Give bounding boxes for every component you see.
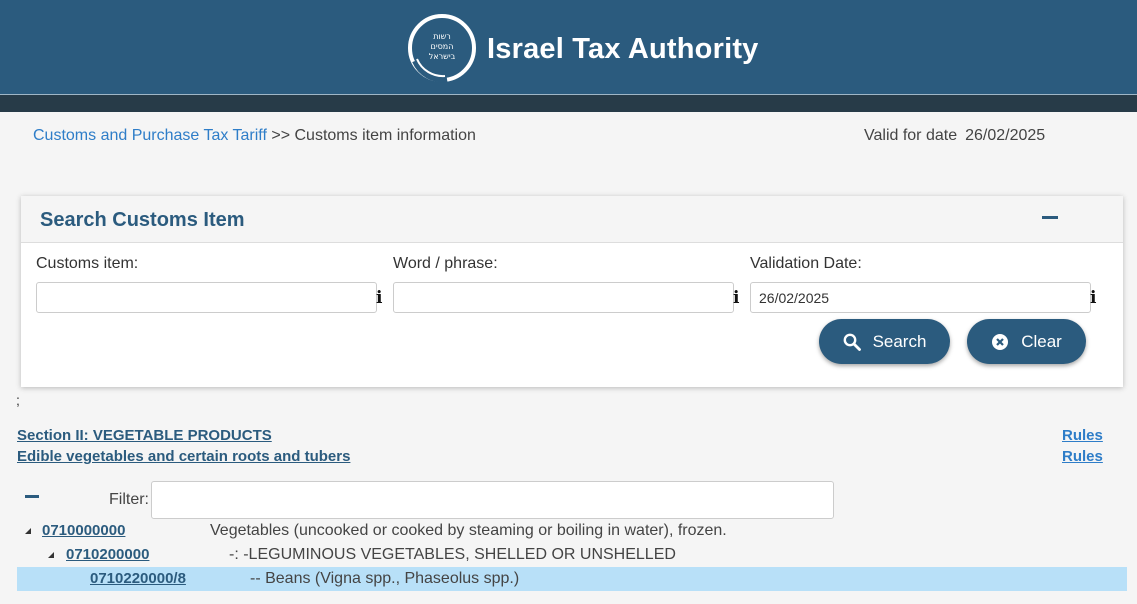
breadcrumb-link-tariff[interactable]: Customs and Purchase Tax Tariff — [33, 127, 267, 144]
section-title-link[interactable]: Section II: VEGETABLE PRODUCTS — [17, 427, 272, 444]
valid-date-value: 26/02/2025 — [965, 127, 1046, 144]
validation-date-label: Validation Date: — [750, 255, 862, 272]
section-rules-link[interactable]: Rules — [1062, 427, 1103, 444]
search-panel-title: Search Customs Item — [40, 209, 245, 231]
search-panel: Search Customs Item Customs item: i Word… — [21, 196, 1123, 387]
expand-toggle-icon[interactable] — [48, 552, 54, 558]
tree-row-description-3: -- Beans (Vigna spp., Phaseolus spp.) — [250, 570, 520, 587]
filter-label: Filter: — [109, 491, 149, 508]
validation-date-input[interactable] — [750, 282, 1091, 313]
customs-item-input[interactable] — [36, 282, 377, 313]
svg-text:בישראל: בישראל — [429, 52, 456, 61]
filter-input[interactable] — [151, 481, 834, 519]
search-panel-header: Search Customs Item — [21, 196, 1123, 243]
clear-x-circle-icon — [992, 333, 1009, 350]
header-strip — [0, 95, 1137, 112]
tree-row-description-1: Vegetables (uncooked or cooked by steami… — [210, 522, 727, 539]
tree-row-description-2: -: -LEGUMINOUS VEGETABLES, SHELLED OR UN… — [229, 546, 676, 563]
svg-text:רשות: רשות — [433, 32, 451, 41]
chapter-title-link[interactable]: Edible vegetables and certain roots and … — [17, 448, 350, 465]
chapter-rules-link[interactable]: Rules — [1062, 448, 1103, 465]
customs-item-info-icon[interactable]: i — [376, 288, 382, 308]
word-phrase-input[interactable] — [393, 282, 734, 313]
tree-row-code-2[interactable]: 0710200000 — [66, 546, 149, 563]
valid-date-label: Valid for date — [864, 127, 958, 144]
stray-semicolon: ; — [16, 392, 20, 408]
expand-toggle-icon[interactable] — [25, 528, 31, 534]
site-title: Israel Tax Authority — [487, 33, 759, 65]
validation-date-info-icon[interactable]: i — [1090, 288, 1096, 308]
clear-button[interactable]: Clear — [967, 319, 1086, 364]
tax-authority-logo[interactable]: רשות המסים בישראל — [407, 13, 477, 83]
breadcrumb-current: >> Customs item information — [271, 127, 476, 144]
svg-text:המסים: המסים — [431, 42, 454, 51]
customs-item-label: Customs item: — [36, 255, 139, 272]
breadcrumb: Customs and Purchase Tax Tariff >> Custo… — [33, 127, 476, 145]
word-phrase-label: Word / phrase: — [393, 255, 498, 272]
search-button[interactable]: Search — [819, 319, 950, 364]
tree-row-code-1[interactable]: 0710000000 — [42, 522, 125, 539]
site-header: רשות המסים בישראל Israel Tax Authority — [0, 0, 1137, 95]
search-icon — [843, 333, 861, 351]
collapse-panel-minus-icon[interactable] — [1042, 216, 1058, 219]
search-button-label: Search — [872, 331, 927, 351]
collapse-tree-minus-icon[interactable] — [25, 495, 39, 498]
tree-row-code-3[interactable]: 0710220000/8 — [90, 570, 186, 587]
clear-button-label: Clear — [1021, 331, 1062, 351]
word-phrase-info-icon[interactable]: i — [733, 288, 739, 308]
valid-for-date: Valid for date 26/02/2025 — [864, 127, 1045, 145]
